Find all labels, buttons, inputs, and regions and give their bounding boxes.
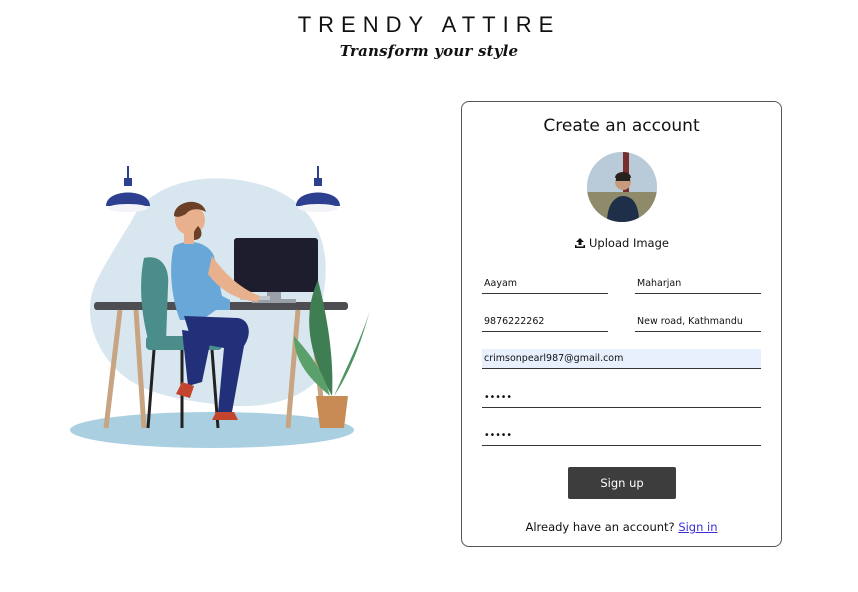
upload-icon	[575, 238, 586, 248]
last-name-input[interactable]	[635, 274, 761, 294]
upload-image-button[interactable]: Upload Image	[462, 236, 781, 250]
signin-row: Already have an account? Sign in	[462, 520, 781, 534]
form-title: Create an account	[543, 116, 700, 136]
brand-tagline: Transform your style	[339, 42, 519, 60]
first-name-input[interactable]	[482, 274, 608, 294]
password-input[interactable]	[482, 388, 761, 408]
upload-image-label: Upload Image	[589, 236, 669, 250]
confirm-password-input[interactable]	[482, 426, 761, 446]
email-input[interactable]	[482, 349, 761, 369]
avatar-photo	[587, 152, 657, 222]
signup-card: Create an account Upload Image Sign up A…	[461, 101, 782, 547]
signin-link[interactable]: Sign in	[678, 520, 717, 534]
workspace-illustration	[70, 166, 370, 448]
brand-title: TRENDY ATTIRE	[297, 12, 561, 37]
signin-prompt: Already have an account?	[525, 520, 675, 534]
brand-header: TRENDY ATTIRE Transform your style	[0, 12, 858, 60]
phone-input[interactable]	[482, 312, 608, 332]
profile-avatar[interactable]	[587, 152, 657, 222]
address-input[interactable]	[635, 312, 761, 332]
signup-button[interactable]: Sign up	[568, 467, 676, 499]
